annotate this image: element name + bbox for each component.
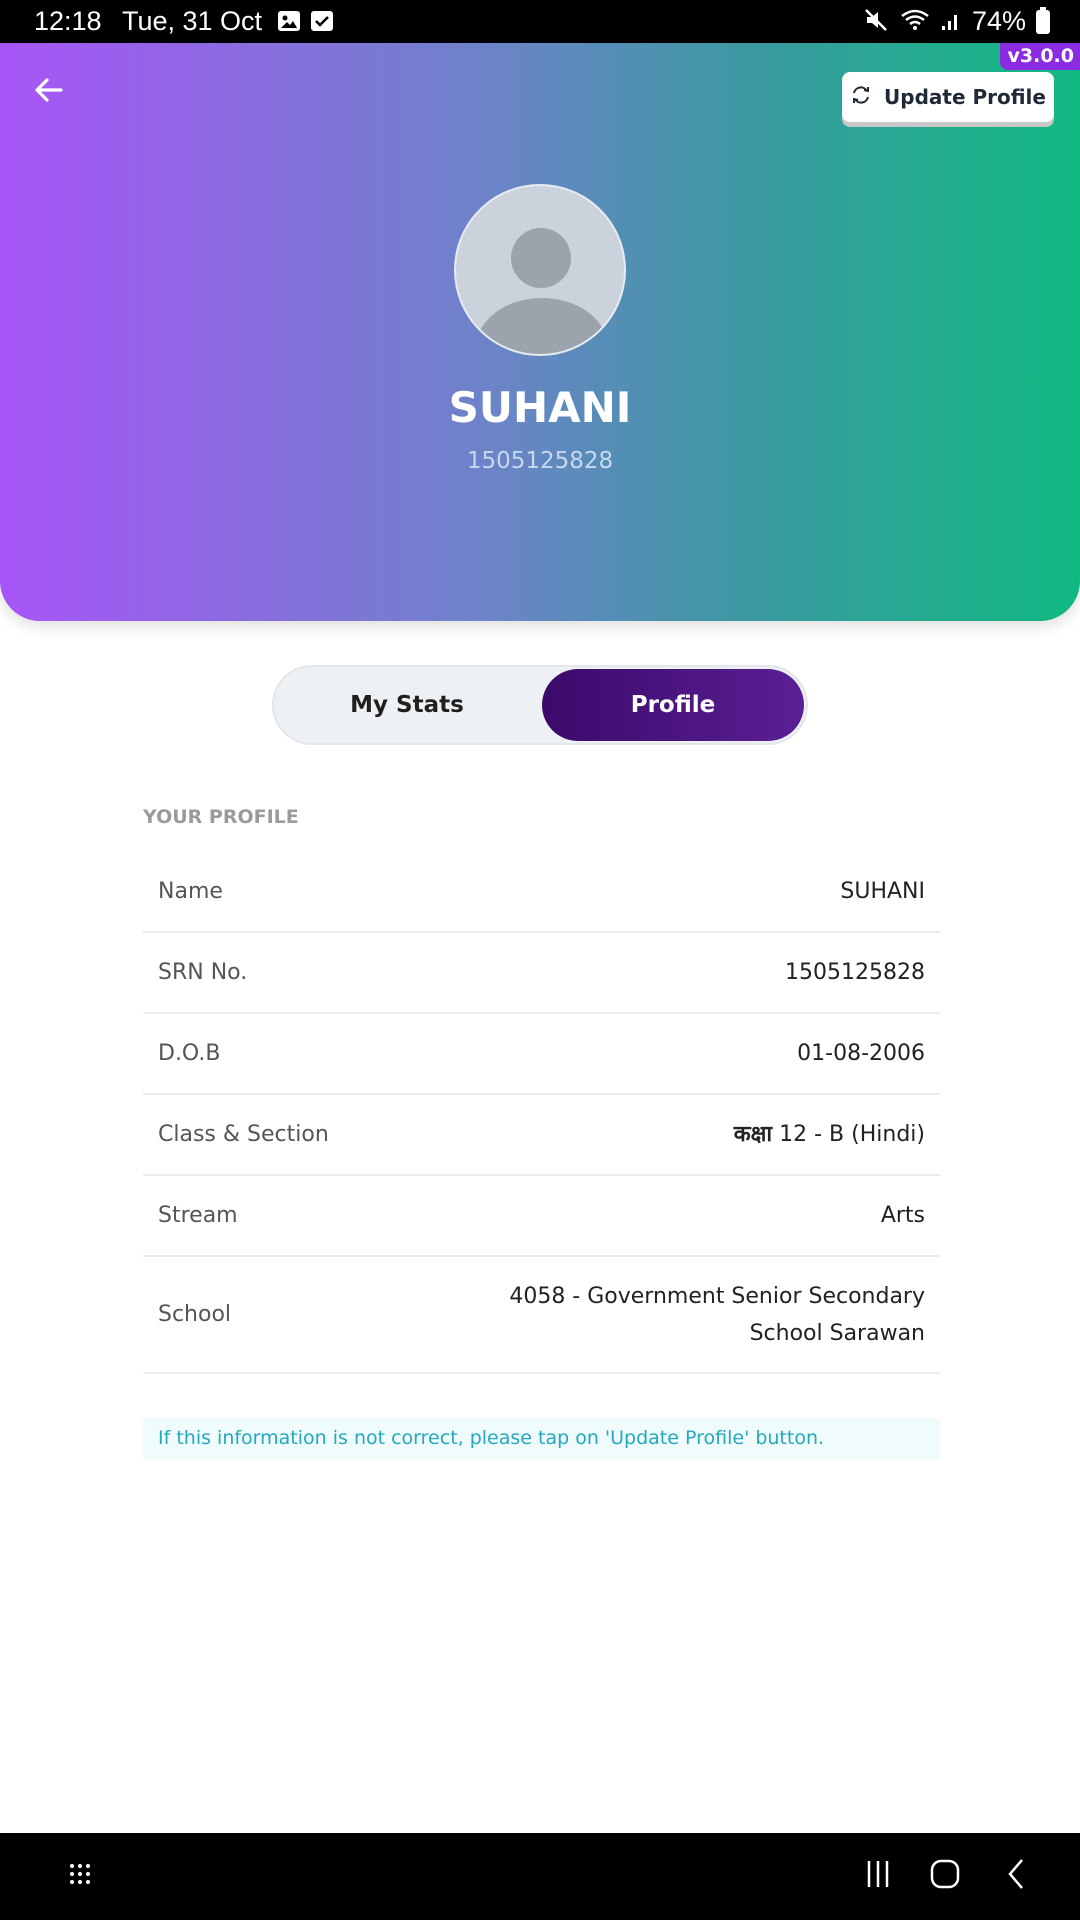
tab-my-stats[interactable]: My Stats — [276, 669, 538, 741]
gallery-notification-icon — [278, 11, 300, 31]
avatar — [454, 184, 626, 356]
checkbox-notification-icon — [311, 11, 333, 31]
battery-percentage: 74% — [971, 6, 1026, 36]
app-drawer-button[interactable] — [60, 1853, 100, 1899]
status-date: Tue, 31 Oct — [122, 6, 263, 36]
chevron-left-icon — [1005, 1858, 1027, 1894]
profile-row-srn: SRN No. 1505125828 — [143, 933, 940, 1014]
profile-row-class: Class & Section कक्षा 12 - B (Hindi) — [143, 1095, 940, 1176]
profile-row-school: School 4058 - Government Senior Secondar… — [143, 1257, 940, 1374]
grid-dots-icon — [68, 1862, 92, 1890]
recents-button[interactable] — [858, 1853, 898, 1899]
profile-row-dob: D.O.B 01-08-2006 — [143, 1014, 940, 1095]
status-icons: 74% — [864, 6, 1050, 37]
profile-header: v3.0.0 Update Profile SUHANI 1505125828 — [0, 43, 1080, 621]
row-label: SRN No. — [158, 960, 248, 985]
tab-profile[interactable]: Profile — [542, 669, 804, 741]
profile-row-name: Name SUHANI — [143, 852, 940, 933]
status-time: 12:18 — [34, 6, 102, 36]
row-label: Stream — [158, 1203, 238, 1228]
home-button[interactable] — [925, 1853, 965, 1899]
refresh-icon — [850, 84, 872, 110]
student-name: SUHANI — [448, 383, 632, 432]
row-label: Class & Section — [158, 1122, 329, 1147]
profile-table: Name SUHANI SRN No. 1505125828 D.O.B 01-… — [143, 852, 940, 1374]
battery-icon — [1036, 6, 1050, 34]
row-value: कक्षा 12 - B (Hindi) — [734, 1116, 925, 1153]
row-label: D.O.B — [158, 1041, 221, 1066]
row-value: SUHANI — [840, 879, 925, 904]
row-value: 4058 - Government Senior Secondary Schoo… — [509, 1283, 925, 1346]
row-label: Name — [158, 879, 223, 904]
system-nav-bar — [0, 1833, 1080, 1920]
arrow-left-icon — [33, 76, 65, 108]
wifi-icon — [900, 8, 930, 36]
update-profile-label: Update Profile — [884, 85, 1046, 109]
class-value: 12 - B (Hindi) — [779, 1122, 925, 1147]
avatar-head-shape — [511, 228, 571, 288]
row-value: 01-08-2006 — [797, 1041, 925, 1066]
row-value: Arts — [880, 1203, 925, 1228]
row-value: 1505125828 — [785, 960, 925, 985]
update-profile-button[interactable]: Update Profile — [842, 72, 1054, 122]
recents-icon — [863, 1859, 893, 1893]
back-button[interactable] — [14, 57, 84, 127]
profile-row-stream: Stream Arts — [143, 1176, 940, 1257]
class-prefix: कक्षा — [733, 1122, 773, 1147]
back-nav-button[interactable] — [996, 1853, 1036, 1899]
row-label: School — [158, 1302, 232, 1327]
tab-switcher: My Stats Profile — [272, 665, 808, 745]
mute-icon — [864, 8, 890, 36]
section-title: YOUR PROFILE — [143, 806, 299, 828]
signal-icon — [940, 8, 962, 36]
student-srn: 1505125828 — [466, 448, 614, 474]
avatar-body-shape — [476, 298, 608, 354]
info-note: If this information is not correct, plea… — [143, 1418, 940, 1460]
version-badge: v3.0.0 — [999, 43, 1080, 70]
home-icon — [929, 1859, 961, 1893]
status-bar: 12:18 Tue, 31 Oct 74% — [0, 0, 1080, 43]
